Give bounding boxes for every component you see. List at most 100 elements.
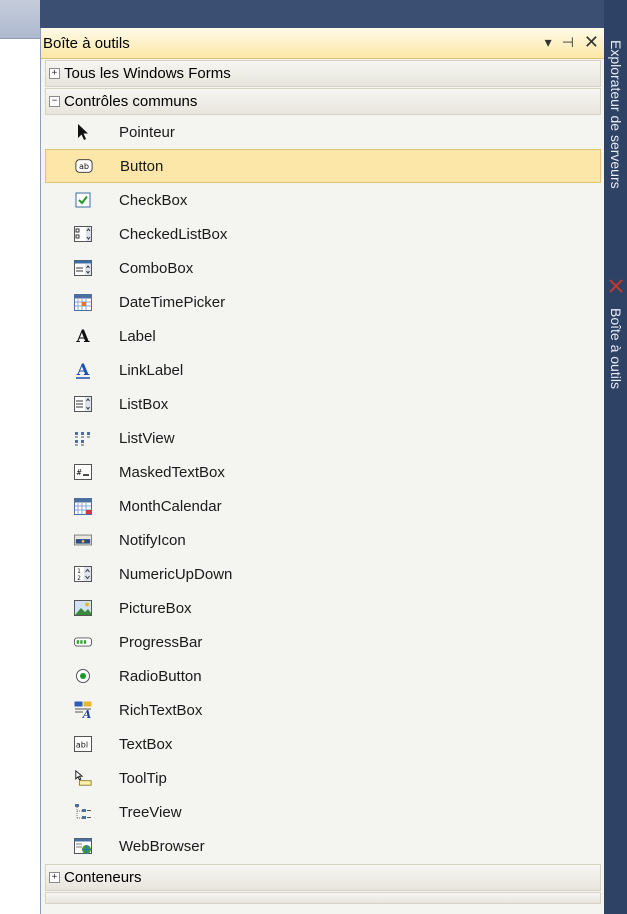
toolbox-item-webbrowser[interactable]: WebBrowser <box>45 829 601 863</box>
radiobutton-icon <box>74 667 92 685</box>
notifyicon-icon <box>74 531 92 549</box>
svg-text:ab: ab <box>79 161 89 171</box>
expand-icon[interactable]: + <box>49 68 60 79</box>
tab-label: Boîte à outils <box>608 308 624 389</box>
toolbox-items: Pointeur ab Button CheckBox CheckedListB… <box>45 115 601 863</box>
webbrowser-icon <box>74 837 92 855</box>
linklabel-icon: A <box>74 361 92 379</box>
treeview-icon <box>74 803 92 821</box>
tab-label: Explorateur de serveurs <box>608 40 624 189</box>
dropdown-icon[interactable]: ▾ <box>545 36 552 50</box>
toolbox-item-checkedlistbox[interactable]: CheckedListBox <box>45 217 601 251</box>
toolbox-item-button[interactable]: ab Button <box>45 149 601 183</box>
progressbar-icon <box>74 633 92 651</box>
picturebox-icon <box>74 599 92 617</box>
group-label: Conteneurs <box>64 869 142 886</box>
item-label: Button <box>120 157 164 175</box>
label-icon: A <box>74 327 92 345</box>
editor-tab-strip <box>0 0 40 39</box>
datetimepicker-icon <box>74 293 92 311</box>
right-sidebar: Explorateur de serveurs Boîte à outils <box>604 0 627 914</box>
toolbox-item-combobox[interactable]: ComboBox <box>45 251 601 285</box>
toolbox-item-pointer[interactable]: Pointeur <box>45 115 601 149</box>
richtextbox-icon: A <box>74 701 92 719</box>
toolbox-item-listview[interactable]: ListView <box>45 421 601 455</box>
item-label: ProgressBar <box>119 633 203 651</box>
item-label: TreeView <box>119 803 182 821</box>
toolbox-titlebar: Boîte à outils ▾ ⊣ ✕ <box>41 28 605 59</box>
toolbox-item-richtextbox[interactable]: A RichTextBox <box>45 693 601 727</box>
collapse-icon[interactable]: − <box>49 96 60 107</box>
toolbox-item-radiobutton[interactable]: RadioButton <box>45 659 601 693</box>
toolbox-item-datetimepicker[interactable]: DateTimePicker <box>45 285 601 319</box>
item-label: ListBox <box>119 395 169 413</box>
toolbox-item-monthcalendar[interactable]: MonthCalendar <box>45 489 601 523</box>
svg-text:1: 1 <box>77 568 81 575</box>
toolbox-item-tooltip[interactable]: ToolTip <box>45 761 601 795</box>
editor-area <box>0 0 40 914</box>
toolbox-item-maskedtextbox[interactable]: # MaskedTextBox <box>45 455 601 489</box>
group-all-windows-forms[interactable]: + Tous les Windows Forms <box>45 60 601 87</box>
item-label: CheckedListBox <box>119 225 228 243</box>
item-label: ComboBox <box>119 259 194 277</box>
toolbox-item-linklabel[interactable]: A LinkLabel <box>45 353 601 387</box>
toolbox-item-picturebox[interactable]: PictureBox <box>45 591 601 625</box>
listview-icon <box>74 429 92 447</box>
top-strip <box>40 0 604 28</box>
tooltip-icon <box>74 769 92 787</box>
svg-text:A: A <box>76 361 90 379</box>
item-label: MaskedTextBox <box>119 463 225 481</box>
tab-server-explorer[interactable]: Explorateur de serveurs <box>604 32 627 302</box>
expand-icon[interactable]: + <box>49 872 60 883</box>
item-label: WebBrowser <box>119 837 205 855</box>
item-label: Pointeur <box>119 123 175 141</box>
item-label: CheckBox <box>119 191 188 209</box>
close-icon[interactable]: ✕ <box>584 34 599 52</box>
item-label: RadioButton <box>119 667 202 685</box>
item-label: Label <box>119 327 156 345</box>
toolbox-item-textbox[interactable]: abl TextBox <box>45 727 601 761</box>
toolbox-item-notifyicon[interactable]: NotifyIcon <box>45 523 601 557</box>
toolbox-title: Boîte à outils <box>43 34 130 52</box>
checkbox-icon <box>74 191 92 209</box>
toolbox-item-label[interactable]: A Label <box>45 319 601 353</box>
group-partially-visible[interactable] <box>45 892 601 904</box>
toolbox-panel: Boîte à outils ▾ ⊣ ✕ + Tous les Windows … <box>40 28 605 914</box>
item-label: TextBox <box>119 735 173 753</box>
svg-text:2: 2 <box>77 575 81 582</box>
group-label: Contrôles communs <box>64 93 198 110</box>
svg-text:A: A <box>82 708 92 719</box>
group-common-controls[interactable]: − Contrôles communs <box>45 88 601 115</box>
group-containers[interactable]: + Conteneurs <box>45 864 601 891</box>
item-label: PictureBox <box>119 599 192 617</box>
item-label: NumericUpDown <box>119 565 233 583</box>
toolbox-item-progressbar[interactable]: ProgressBar <box>45 625 601 659</box>
combobox-icon <box>74 259 92 277</box>
svg-text:abl: abl <box>76 741 88 750</box>
monthcalendar-icon <box>74 497 92 515</box>
item-label: MonthCalendar <box>119 497 222 515</box>
item-label: DateTimePicker <box>119 293 226 311</box>
checkedlistbox-icon <box>74 225 92 243</box>
maskedtextbox-icon: # <box>74 463 92 481</box>
item-label: RichTextBox <box>119 701 203 719</box>
toolbox-item-treeview[interactable]: TreeView <box>45 795 601 829</box>
item-label: LinkLabel <box>119 361 184 379</box>
tab-toolbox[interactable]: Boîte à outils <box>604 300 627 410</box>
toolbox-item-checkbox[interactable]: CheckBox <box>45 183 601 217</box>
item-label: ListView <box>119 429 175 447</box>
toolbox-item-numericupdown[interactable]: 12 NumericUpDown <box>45 557 601 591</box>
pointer-icon <box>74 123 92 141</box>
toolbox-item-listbox[interactable]: ListBox <box>45 387 601 421</box>
svg-text:#: # <box>77 468 82 477</box>
item-label: NotifyIcon <box>119 531 186 549</box>
item-label: ToolTip <box>119 769 167 787</box>
svg-text:A: A <box>75 327 90 345</box>
group-label: Tous les Windows Forms <box>64 65 231 82</box>
button-icon: ab <box>75 157 93 175</box>
textbox-icon: abl <box>74 735 92 753</box>
numericupdown-icon: 12 <box>74 565 92 583</box>
pin-icon[interactable]: ⊣ <box>562 36 574 50</box>
toolbox-tab-icon <box>604 276 627 296</box>
listbox-icon <box>74 395 92 413</box>
